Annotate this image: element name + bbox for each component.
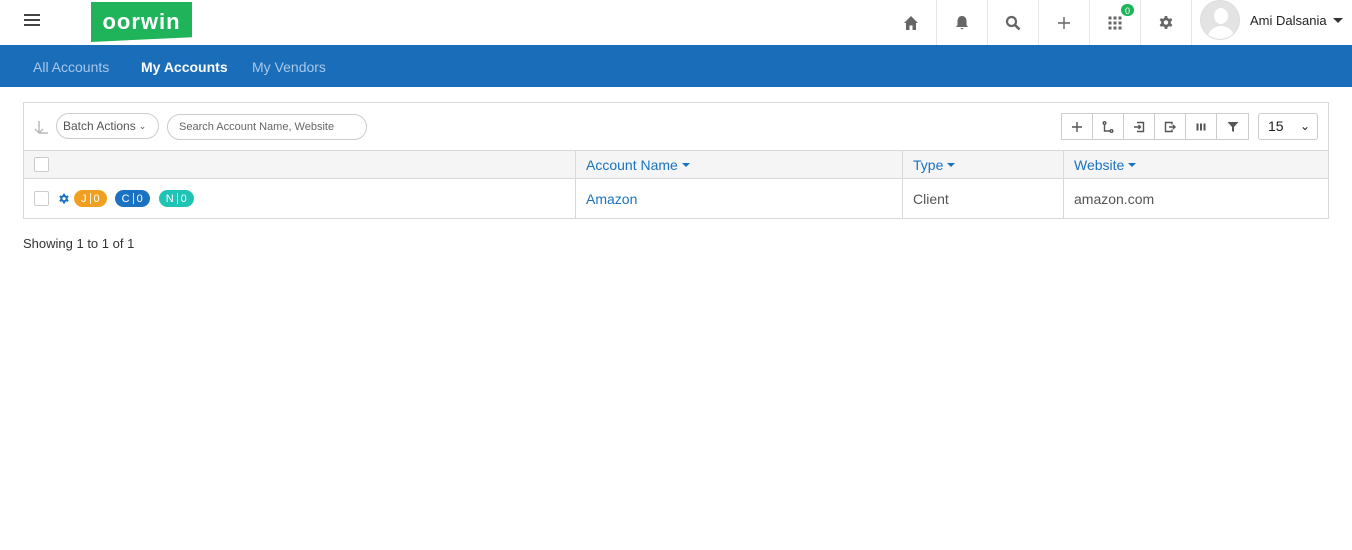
- filter-icon[interactable]: [1217, 114, 1248, 139]
- plus-icon[interactable]: [1039, 0, 1090, 45]
- column-website-label[interactable]: Website: [1074, 157, 1124, 173]
- page-size-value: 15: [1268, 118, 1284, 134]
- accounts-panel: Batch Actions⌄ 15 ⌄: [23, 102, 1329, 219]
- search-icon[interactable]: [988, 0, 1039, 45]
- toolbar: Batch Actions⌄ 15 ⌄: [24, 103, 1328, 150]
- top-icons: 0: [886, 0, 1192, 45]
- select-all-checkbox[interactable]: [34, 157, 49, 172]
- tool-buttons: [1061, 113, 1249, 140]
- column-account-name[interactable]: Account Name: [575, 151, 902, 178]
- account-name-cell: Amazon: [575, 179, 902, 218]
- tab-all-accounts[interactable]: All Accounts: [33, 59, 109, 75]
- page-size-select[interactable]: 15 ⌄: [1258, 113, 1318, 140]
- accounts-nav: All Accounts My Accounts My Vendors: [0, 45, 1352, 87]
- corner-down-arrow-icon: [34, 121, 48, 135]
- batch-actions-dropdown[interactable]: Batch Actions ⌄: [56, 113, 159, 139]
- user-menu[interactable]: Ami Dalsania: [1200, 0, 1343, 40]
- contacts-count-pill[interactable]: C0: [114, 190, 150, 207]
- merge-icon[interactable]: [1093, 114, 1124, 139]
- batch-actions-label: Batch Actions: [63, 119, 136, 133]
- pill-letter: N: [165, 192, 174, 205]
- account-name-link[interactable]: Amazon: [586, 191, 637, 207]
- bell-icon[interactable]: [937, 0, 988, 45]
- top-bar: oorwin 0 Ami Dalsania: [0, 0, 1352, 45]
- apps-grid-icon[interactable]: 0: [1090, 0, 1141, 45]
- user-name[interactable]: Ami Dalsania: [1250, 13, 1327, 28]
- pill-letter: C: [121, 192, 130, 205]
- table-row: J0 C0 N0 Amazon Client amazon.com: [24, 179, 1328, 218]
- tab-my-vendors[interactable]: My Vendors: [252, 59, 326, 75]
- table-header: Account Name Type Website: [24, 150, 1328, 179]
- row-actions-cell: J0 C0 N0: [24, 179, 575, 218]
- export-icon[interactable]: [1155, 114, 1186, 139]
- columns-icon[interactable]: [1186, 114, 1217, 139]
- gear-icon[interactable]: [1141, 0, 1192, 45]
- jobs-count-pill[interactable]: J0: [74, 190, 107, 207]
- chevron-down-icon: ⌄: [1299, 119, 1310, 133]
- column-account-name-label[interactable]: Account Name: [586, 157, 678, 173]
- import-icon[interactable]: [1124, 114, 1155, 139]
- pill-letter: J: [81, 192, 87, 205]
- home-icon[interactable]: [886, 0, 937, 45]
- column-type-label[interactable]: Type: [913, 157, 943, 173]
- sort-caret-icon: [947, 162, 956, 167]
- settings-gear-icon[interactable]: [58, 193, 70, 205]
- type-value: Client: [913, 190, 949, 207]
- row-checkbox[interactable]: [34, 191, 49, 206]
- notes-count-pill[interactable]: N0: [158, 190, 194, 207]
- pagination-info: Showing 1 to 1 of 1: [23, 236, 135, 251]
- add-icon[interactable]: [1062, 114, 1093, 139]
- column-type[interactable]: Type: [902, 151, 1063, 178]
- pill-count: 0: [180, 192, 187, 205]
- avatar[interactable]: [1200, 0, 1240, 40]
- chevron-down-icon: ⌄: [138, 121, 147, 131]
- menu-icon[interactable]: [24, 14, 40, 28]
- pill-count: 0: [136, 192, 143, 205]
- sort-caret-icon: [681, 162, 690, 167]
- chevron-down-icon[interactable]: [1332, 17, 1343, 23]
- apps-badge: 0: [1120, 3, 1135, 17]
- type-cell: Client: [902, 179, 1063, 218]
- tab-my-accounts[interactable]: My Accounts: [141, 59, 228, 75]
- website-value: amazon.com: [1074, 190, 1155, 207]
- website-cell: amazon.com: [1063, 179, 1328, 218]
- select-all-cell: [24, 151, 575, 178]
- pill-count: 0: [93, 192, 100, 205]
- sort-caret-icon: [1128, 162, 1137, 167]
- search-input[interactable]: [167, 114, 367, 140]
- column-website[interactable]: Website: [1063, 151, 1328, 178]
- logo[interactable]: oorwin: [91, 2, 192, 42]
